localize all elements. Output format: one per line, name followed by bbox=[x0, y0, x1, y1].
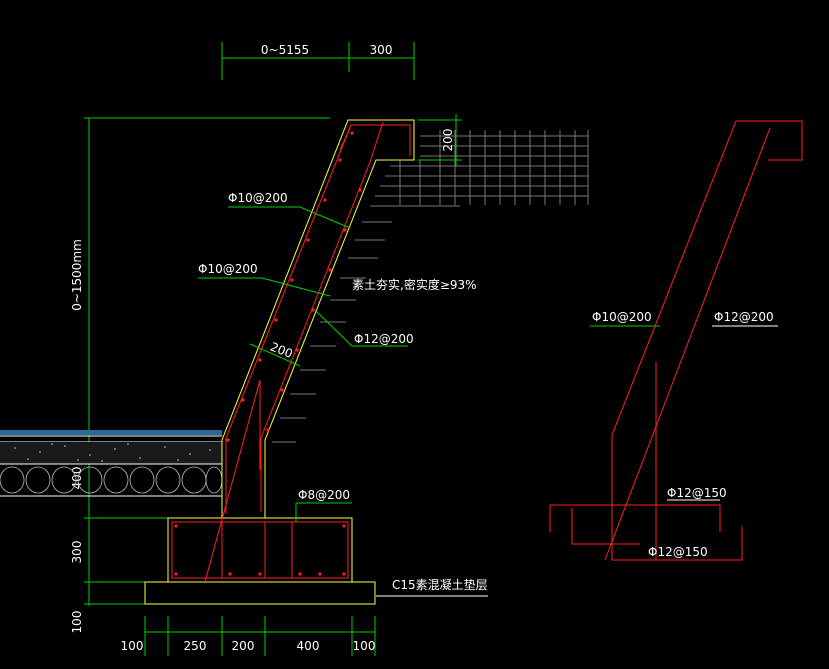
label-rebar-inner: Φ12@200 bbox=[354, 332, 414, 346]
dim-bottom-4: 400 bbox=[297, 639, 320, 653]
pavement-layers bbox=[0, 430, 222, 497]
label-rebar-top: Φ10@200 bbox=[228, 191, 288, 205]
label-rebar-mid: Φ10@200 bbox=[198, 262, 258, 276]
dim-bottom-5: 100 bbox=[353, 639, 376, 653]
dim-bottom-3: 200 bbox=[232, 639, 255, 653]
detail-label-top-bar: Φ12@150 bbox=[667, 486, 727, 500]
dim-top-span: 0~5155 bbox=[261, 43, 309, 57]
wall-concrete-outline bbox=[221, 119, 415, 518]
gravel-layer bbox=[0, 466, 223, 494]
dim-cushion-height: 100 bbox=[70, 611, 84, 634]
label-cushion: C15素混凝土垫层 bbox=[392, 577, 488, 592]
dim-bottom-2: 250 bbox=[184, 639, 207, 653]
dim-cap: 200 bbox=[441, 129, 455, 152]
dim-bottom-1: 100 bbox=[121, 639, 144, 653]
detail-label-bottom-bar: Φ12@150 bbox=[648, 545, 708, 559]
dim-wall-thickness: 200 bbox=[268, 340, 294, 362]
detail-label-right: Φ12@200 bbox=[714, 310, 774, 324]
label-backfill: 素土夯实,密实度≥93% bbox=[352, 277, 477, 292]
detail-label-left: Φ10@200 bbox=[592, 310, 652, 324]
left-dimension-line bbox=[84, 117, 330, 606]
bottom-dimension-line bbox=[144, 616, 376, 656]
retaining-wall-section-drawing: 0~5155 300 0~1500mm 400 300 100 100 250 … bbox=[0, 42, 803, 656]
cushion-outline bbox=[144, 581, 376, 605]
dim-footing-height: 300 bbox=[70, 541, 84, 564]
dim-top-cap: 300 bbox=[370, 43, 393, 57]
label-rebar-base: Φ8@200 bbox=[298, 488, 350, 502]
dim-wall-height: 0~1500mm bbox=[70, 239, 84, 311]
